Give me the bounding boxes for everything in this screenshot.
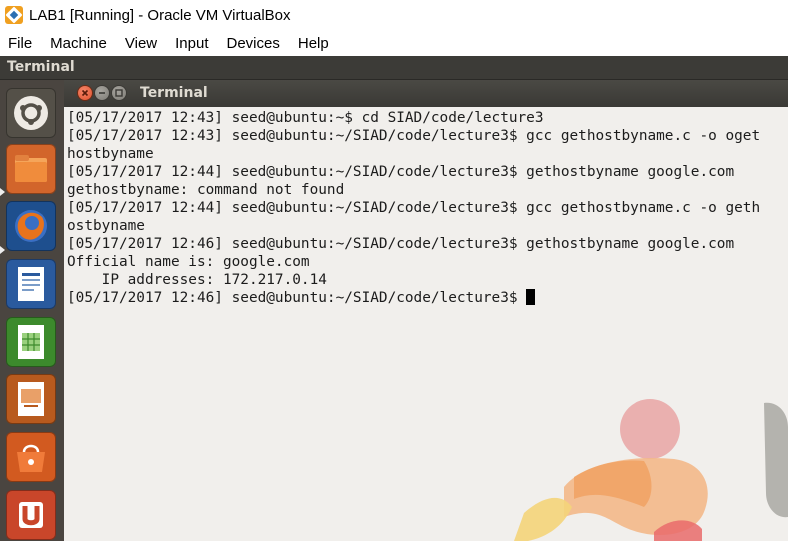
ubuntu-top-panel: Terminal	[0, 56, 788, 80]
files-folder-icon[interactable]	[6, 144, 56, 194]
virtualbox-icon	[5, 6, 23, 24]
firefox-icon[interactable]	[6, 201, 56, 251]
terminal-prompt: [05/17/2017 12:46] seed@ubuntu:~/SIAD/co…	[67, 290, 527, 306]
terminal-line: [05/17/2017 12:44] seed@ubuntu:~/SIAD/co…	[67, 200, 761, 216]
maximize-icon	[115, 89, 123, 97]
terminal-prompt-line: [05/17/2017 12:46] seed@ubuntu:~/SIAD/co…	[67, 289, 760, 307]
terminal-line: hostbyname	[67, 146, 154, 162]
launcher-indicator-icon	[0, 188, 5, 196]
close-button[interactable]	[78, 86, 92, 100]
menu-view[interactable]: View	[116, 35, 166, 52]
dash-home-icon[interactable]	[6, 88, 56, 138]
terminal-line: [05/17/2017 12:44] seed@ubuntu:~/SIAD/co…	[67, 164, 735, 180]
libreoffice-writer-icon[interactable]	[6, 259, 56, 309]
menu-help[interactable]: Help	[289, 35, 338, 52]
launcher-indicator-icon	[0, 246, 5, 254]
libreoffice-impress-icon[interactable]	[6, 374, 56, 424]
close-icon	[81, 89, 89, 97]
terminal-line: IP addresses: 172.217.0.14	[67, 272, 327, 288]
top-panel-app-title: Terminal	[7, 59, 75, 75]
terminal-text: [05/17/2017 12:43] seed@ubuntu:~$ cd SIA…	[67, 109, 760, 307]
ubuntu-software-center-icon[interactable]	[6, 432, 56, 482]
terminal-line: [05/17/2017 12:43] seed@ubuntu:~$ cd SIA…	[67, 110, 544, 126]
guest-screen: Terminal Terminal [05/17/2017 12:43] see…	[0, 56, 788, 541]
terminal-line: gethostbyname: command not found	[67, 182, 345, 198]
minimize-button[interactable]	[95, 86, 109, 100]
unity-launcher	[0, 80, 64, 541]
terminal-title-bar[interactable]: Terminal	[64, 80, 788, 107]
terminal-line: Official name is: google.com	[67, 254, 310, 270]
terminal-line: [05/17/2017 12:43] seed@ubuntu:~/SIAD/co…	[67, 128, 761, 144]
libreoffice-calc-icon[interactable]	[6, 317, 56, 367]
menu-file[interactable]: File	[0, 35, 41, 52]
menu-machine[interactable]: Machine	[41, 35, 116, 52]
vbox-title-bar: LAB1 [Running] - Oracle VM VirtualBox	[0, 0, 788, 30]
text-cursor	[526, 289, 536, 305]
terminal-title: Terminal	[140, 85, 208, 101]
terminal-output-area[interactable]: [05/17/2017 12:43] seed@ubuntu:~$ cd SIA…	[64, 107, 788, 541]
ubuntu-one-icon[interactable]	[6, 490, 56, 540]
terminal-window: Terminal [05/17/2017 12:43] seed@ubuntu:…	[64, 80, 788, 541]
window-title: LAB1 [Running] - Oracle VM VirtualBox	[29, 6, 291, 24]
minimize-icon	[99, 92, 105, 94]
menu-devices[interactable]: Devices	[218, 35, 289, 52]
vbox-menu-bar: File Machine View Input Devices Help	[0, 30, 788, 56]
terminal-line: ostbyname	[67, 218, 145, 234]
menu-input[interactable]: Input	[166, 35, 217, 52]
ubuntu-wallpaper-logo	[514, 399, 788, 541]
terminal-line: [05/17/2017 12:46] seed@ubuntu:~/SIAD/co…	[67, 236, 735, 252]
maximize-button[interactable]	[112, 86, 126, 100]
